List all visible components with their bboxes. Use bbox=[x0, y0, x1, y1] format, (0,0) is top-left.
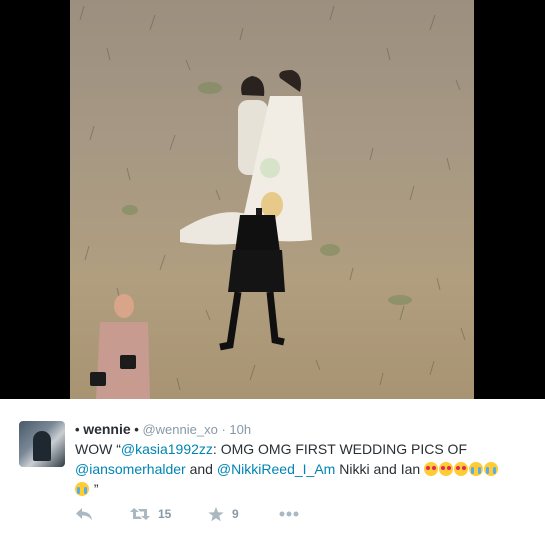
crying-emoji bbox=[469, 462, 484, 476]
name-bullet-left: • bbox=[75, 422, 80, 437]
photo-band bbox=[0, 0, 545, 399]
crying-emoji bbox=[484, 462, 499, 476]
favorite-button[interactable]: 9 bbox=[208, 504, 239, 524]
avatar[interactable] bbox=[19, 421, 65, 467]
reply-button[interactable] bbox=[75, 504, 93, 524]
mention-link[interactable]: @iansomerhalder bbox=[75, 461, 186, 477]
timestamp[interactable]: 10h bbox=[229, 422, 251, 437]
more-icon bbox=[279, 511, 299, 517]
avatar-figure bbox=[33, 431, 51, 461]
more-button[interactable] bbox=[279, 504, 299, 524]
text-part: and bbox=[185, 461, 217, 477]
mention-link[interactable]: @NikkiReed_I_Am bbox=[217, 461, 335, 477]
tweet-header: • wennie • @wennie_xo · 10h bbox=[75, 421, 251, 437]
tweet-text: WOW “@kasia1992zz: OMG OMG FIRST WEDDING… bbox=[75, 439, 525, 499]
retweet-icon bbox=[130, 508, 150, 520]
text-part: WOW “ bbox=[75, 441, 121, 457]
text-part: ” bbox=[90, 481, 99, 497]
name-bullet-right: • bbox=[134, 422, 139, 437]
heart-eyes-emoji bbox=[454, 462, 469, 476]
display-name[interactable]: wennie bbox=[83, 421, 130, 437]
handle[interactable]: @wennie_xo bbox=[142, 422, 217, 437]
wedding-photo-illustration bbox=[79, 5, 466, 399]
photographer-man bbox=[90, 294, 150, 399]
retweet-count: 15 bbox=[158, 507, 172, 521]
time-separator: · bbox=[221, 422, 226, 437]
text-part: : OMG OMG FIRST WEDDING PICS OF bbox=[212, 441, 467, 457]
star-icon bbox=[208, 506, 224, 521]
tweet-photo[interactable] bbox=[70, 0, 474, 399]
heart-eyes-emoji bbox=[424, 462, 439, 476]
retweet-button[interactable]: 15 bbox=[130, 504, 171, 524]
tweet: • wennie • @wennie_xo · 10h WOW “@kasia1… bbox=[0, 399, 545, 541]
reply-icon bbox=[76, 508, 92, 520]
text-part: Nikki and Ian bbox=[335, 461, 425, 477]
crying-emoji bbox=[75, 482, 89, 496]
heart-eyes-emoji bbox=[439, 462, 454, 476]
favorite-count: 9 bbox=[232, 507, 239, 521]
mention-link[interactable]: @kasia1992zz bbox=[121, 441, 213, 457]
